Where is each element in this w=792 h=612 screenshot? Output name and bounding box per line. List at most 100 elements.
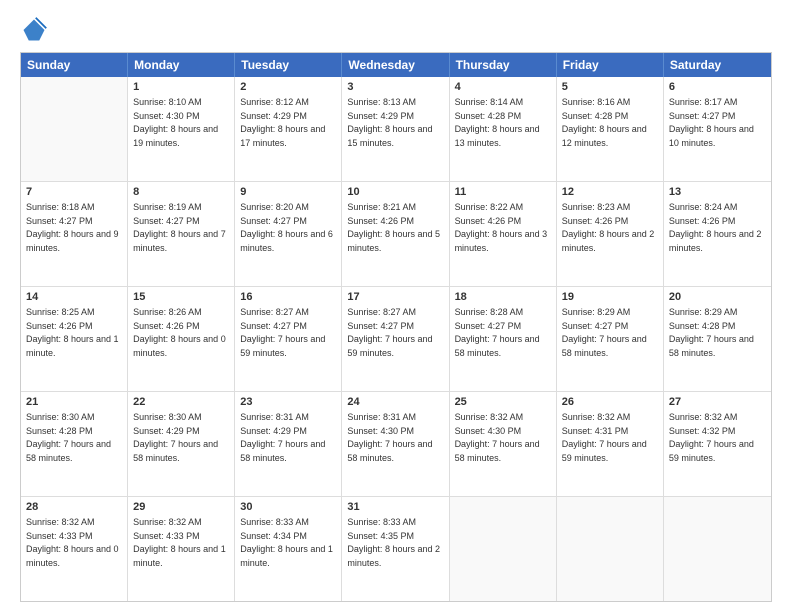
- sunset: Sunset: 4:28 PM: [455, 111, 522, 121]
- sunset: Sunset: 4:29 PM: [240, 426, 307, 436]
- sunrise: Sunrise: 8:27 AM: [240, 307, 309, 317]
- sunset: Sunset: 4:26 PM: [347, 216, 414, 226]
- day-number: 17: [347, 290, 443, 305]
- sunrise: Sunrise: 8:13 AM: [347, 97, 416, 107]
- daylight: Daylight: 8 hours and 5 minutes.: [347, 229, 440, 253]
- sunset: Sunset: 4:30 PM: [347, 426, 414, 436]
- daylight: Daylight: 7 hours and 58 minutes.: [240, 439, 325, 463]
- sunset: Sunset: 4:27 PM: [347, 321, 414, 331]
- sunrise: Sunrise: 8:22 AM: [455, 202, 524, 212]
- calendar-cell: 23Sunrise: 8:31 AMSunset: 4:29 PMDayligh…: [235, 392, 342, 496]
- header-cell-monday: Monday: [128, 53, 235, 77]
- calendar-week-3: 14Sunrise: 8:25 AMSunset: 4:26 PMDayligh…: [21, 286, 771, 391]
- calendar-cell: [450, 497, 557, 601]
- day-number: 16: [240, 290, 336, 305]
- calendar-cell: [21, 77, 128, 181]
- calendar-cell: 6Sunrise: 8:17 AMSunset: 4:27 PMDaylight…: [664, 77, 771, 181]
- calendar-week-1: 1Sunrise: 8:10 AMSunset: 4:30 PMDaylight…: [21, 77, 771, 181]
- calendar-cell: 2 Sunrise: 8:12 AM Sunset: 4:29 PM Daylight…: [235, 77, 342, 181]
- sunset: Sunset: 4:27 PM: [562, 321, 629, 331]
- sunrise: Sunrise: 8:24 AM: [669, 202, 738, 212]
- day-number: 4: [455, 80, 551, 95]
- daylight: Daylight: 8 hours and 7 minutes.: [133, 229, 226, 253]
- day-number: 27: [669, 395, 766, 410]
- daylight: Daylight: 8 hours and 6 minutes.: [240, 229, 333, 253]
- calendar-cell: 9Sunrise: 8:20 AMSunset: 4:27 PMDaylight…: [235, 182, 342, 286]
- calendar-cell: 19Sunrise: 8:29 AMSunset: 4:27 PMDayligh…: [557, 287, 664, 391]
- daylight: Daylight: 8 hours and 2 minutes.: [669, 229, 762, 253]
- daylight: Daylight: 8 hours and 12 minutes.: [562, 124, 647, 148]
- daylight: Daylight: 8 hours and 3 minutes.: [455, 229, 548, 253]
- sunset: Sunset: 4:28 PM: [562, 111, 629, 121]
- calendar-cell: 14Sunrise: 8:25 AMSunset: 4:26 PMDayligh…: [21, 287, 128, 391]
- sunset: Sunset: 4:29 PM: [240, 111, 307, 121]
- sunrise: Sunrise: 8:14 AM: [455, 97, 524, 107]
- day-number: 11: [455, 185, 551, 200]
- sunrise: Sunrise: 8:33 AM: [240, 517, 309, 527]
- calendar-cell: 1Sunrise: 8:10 AMSunset: 4:30 PMDaylight…: [128, 77, 235, 181]
- sunset: Sunset: 4:27 PM: [240, 321, 307, 331]
- header-cell-sunday: Sunday: [21, 53, 128, 77]
- sunset: Sunset: 4:26 PM: [455, 216, 522, 226]
- day-number: 23: [240, 395, 336, 410]
- day-number: 28: [26, 500, 122, 515]
- day-number: 25: [455, 395, 551, 410]
- header-cell-thursday: Thursday: [450, 53, 557, 77]
- calendar: SundayMondayTuesdayWednesdayThursdayFrid…: [20, 52, 772, 602]
- logo-icon: [20, 16, 48, 44]
- day-number: 7: [26, 185, 122, 200]
- sunset: Sunset: 4:26 PM: [562, 216, 629, 226]
- calendar-cell: 3Sunrise: 8:13 AMSunset: 4:29 PMDaylight…: [342, 77, 449, 181]
- day-number: 8: [133, 185, 229, 200]
- sunset: Sunset: 4:30 PM: [455, 426, 522, 436]
- sunrise: Sunrise: 8:16 AM: [562, 97, 631, 107]
- sunrise: Sunrise: 8:12 AM: [240, 97, 309, 107]
- calendar-cell: 20Sunrise: 8:29 AMSunset: 4:28 PMDayligh…: [664, 287, 771, 391]
- logo: [20, 16, 52, 44]
- header-cell-friday: Friday: [557, 53, 664, 77]
- sunrise: Sunrise: 8:29 AM: [669, 307, 738, 317]
- day-number: 2: [240, 80, 336, 95]
- sunrise: Sunrise: 8:17 AM: [669, 97, 738, 107]
- daylight: Daylight: 7 hours and 58 minutes.: [455, 439, 540, 463]
- day-number: 15: [133, 290, 229, 305]
- sunset: Sunset: 4:26 PM: [26, 321, 93, 331]
- header-cell-tuesday: Tuesday: [235, 53, 342, 77]
- day-number: 29: [133, 500, 229, 515]
- sunrise: Sunrise: 8:32 AM: [669, 412, 738, 422]
- sunrise: Sunrise: 8:33 AM: [347, 517, 416, 527]
- day-number: 22: [133, 395, 229, 410]
- calendar-cell: 8Sunrise: 8:19 AMSunset: 4:27 PMDaylight…: [128, 182, 235, 286]
- day-number: 21: [26, 395, 122, 410]
- daylight: Daylight: 8 hours and 2 minutes.: [562, 229, 655, 253]
- sunrise: Sunrise: 8:31 AM: [347, 412, 416, 422]
- day-number: 5: [562, 80, 658, 95]
- calendar-cell: 30Sunrise: 8:33 AMSunset: 4:34 PMDayligh…: [235, 497, 342, 601]
- sunrise: Sunrise: 8:27 AM: [347, 307, 416, 317]
- calendar-cell: 29Sunrise: 8:32 AMSunset: 4:33 PMDayligh…: [128, 497, 235, 601]
- calendar-cell: 5 Sunrise: 8:16 AM Sunset: 4:28 PM Daylight…: [557, 77, 664, 181]
- sunrise: Sunrise: 8:32 AM: [133, 517, 202, 527]
- sunset: Sunset: 4:30 PM: [133, 111, 200, 121]
- sunset: Sunset: 4:33 PM: [26, 531, 93, 541]
- daylight: Daylight: 8 hours and 1 minute.: [240, 544, 333, 568]
- daylight: Daylight: 8 hours and 0 minutes.: [133, 334, 226, 358]
- daylight: Daylight: 7 hours and 59 minutes.: [669, 439, 754, 463]
- sunset: Sunset: 4:31 PM: [562, 426, 629, 436]
- calendar-cell: 27Sunrise: 8:32 AMSunset: 4:32 PMDayligh…: [664, 392, 771, 496]
- calendar-cell: 16Sunrise: 8:27 AMSunset: 4:27 PMDayligh…: [235, 287, 342, 391]
- sunrise: Sunrise: 8:30 AM: [133, 412, 202, 422]
- daylight: Daylight: 8 hours and 0 minutes.: [26, 544, 119, 568]
- calendar-week-4: 21Sunrise: 8:30 AMSunset: 4:28 PMDayligh…: [21, 391, 771, 496]
- header-cell-saturday: Saturday: [664, 53, 771, 77]
- calendar-cell: 12Sunrise: 8:23 AMSunset: 4:26 PMDayligh…: [557, 182, 664, 286]
- sunrise: Sunrise: 8:21 AM: [347, 202, 416, 212]
- day-number: 30: [240, 500, 336, 515]
- calendar-cell: 21Sunrise: 8:30 AMSunset: 4:28 PMDayligh…: [21, 392, 128, 496]
- calendar-cell: 11 Sunrise: 8:22 AM Sunset: 4:26 PM Dayligh…: [450, 182, 557, 286]
- daylight: Daylight: 7 hours and 58 minutes.: [562, 334, 647, 358]
- daylight: Daylight: 7 hours and 59 minutes.: [347, 334, 432, 358]
- daylight: Daylight: 8 hours and 17 minutes.: [240, 124, 325, 148]
- daylight: Daylight: 8 hours and 15 minutes.: [347, 124, 432, 148]
- sunrise: Sunrise: 8:26 AM: [133, 307, 202, 317]
